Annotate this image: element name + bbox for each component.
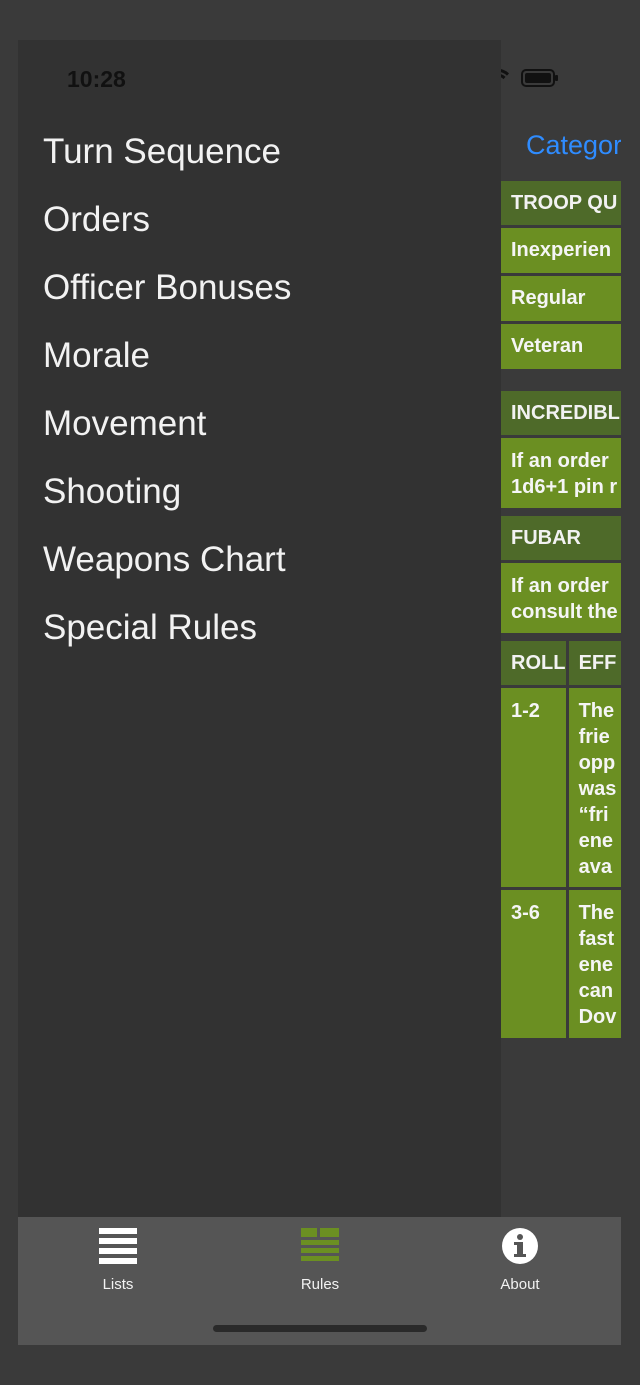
side-drawer: 10:28 Turn Sequence Orders Officer Bonus…: [18, 40, 501, 1217]
menu-item-turn-sequence[interactable]: Turn Sequence: [43, 130, 291, 198]
status-time: 10:28: [67, 66, 126, 92]
table-header: ROLL: [501, 641, 566, 685]
troop-quality-table: TROOP QU Inexperien Regular Veteran: [501, 181, 621, 369]
menu-item-movement[interactable]: Movement: [43, 402, 291, 470]
tab-label: Rules: [300, 1276, 340, 1293]
tab-rules[interactable]: Rules: [260, 1227, 380, 1293]
table-header: FUBAR: [501, 516, 621, 560]
battery-icon: [521, 69, 558, 87]
info-icon: [502, 1228, 538, 1264]
table-header: TROOP QU: [501, 181, 621, 225]
app-screen: Categor TROOP QU Inexperien Regular Vete…: [18, 40, 621, 1345]
menu-item-special-rules[interactable]: Special Rules: [43, 606, 291, 674]
table-cell: The frie opp was “fri ene ava: [568, 688, 621, 887]
tab-label: About: [500, 1276, 540, 1293]
roll-table: ROLL EFF 1-2 The frie opp was “fri ene a…: [501, 641, 621, 1038]
home-indicator: [213, 1325, 427, 1332]
table-header: EFF: [568, 641, 621, 685]
table-row: If an order consult the: [501, 563, 621, 633]
table-row[interactable]: Regular: [501, 276, 621, 321]
table-cell: 3-6: [501, 890, 566, 1038]
rules-icon: [301, 1228, 339, 1261]
menu-item-shooting[interactable]: Shooting: [43, 470, 291, 538]
fubar-table: FUBAR If an order consult the: [501, 516, 621, 633]
rules-menu: Turn Sequence Orders Officer Bonuses Mor…: [43, 130, 291, 674]
tab-bar: Lists Rules About: [18, 1217, 621, 1345]
tab-about[interactable]: About: [460, 1227, 580, 1293]
incredible-table: INCREDIBL If an order 1d6+1 pin r: [501, 391, 621, 508]
menu-item-orders[interactable]: Orders: [43, 198, 291, 266]
table-cell: The fast ene can Dov: [568, 890, 621, 1038]
table-row[interactable]: Inexperien: [501, 228, 621, 273]
table-row: If an order 1d6+1 pin r: [501, 438, 621, 508]
tab-label: Lists: [102, 1276, 134, 1293]
menu-item-weapons-chart[interactable]: Weapons Chart: [43, 538, 291, 606]
categories-link[interactable]: Categor: [526, 130, 621, 161]
list-icon: [99, 1228, 137, 1264]
table-header: INCREDIBL: [501, 391, 621, 435]
table-row[interactable]: Veteran: [501, 324, 621, 369]
menu-item-morale[interactable]: Morale: [43, 334, 291, 402]
tab-lists[interactable]: Lists: [58, 1227, 178, 1293]
table-cell: 1-2: [501, 688, 566, 887]
menu-item-officer-bonuses[interactable]: Officer Bonuses: [43, 266, 291, 334]
